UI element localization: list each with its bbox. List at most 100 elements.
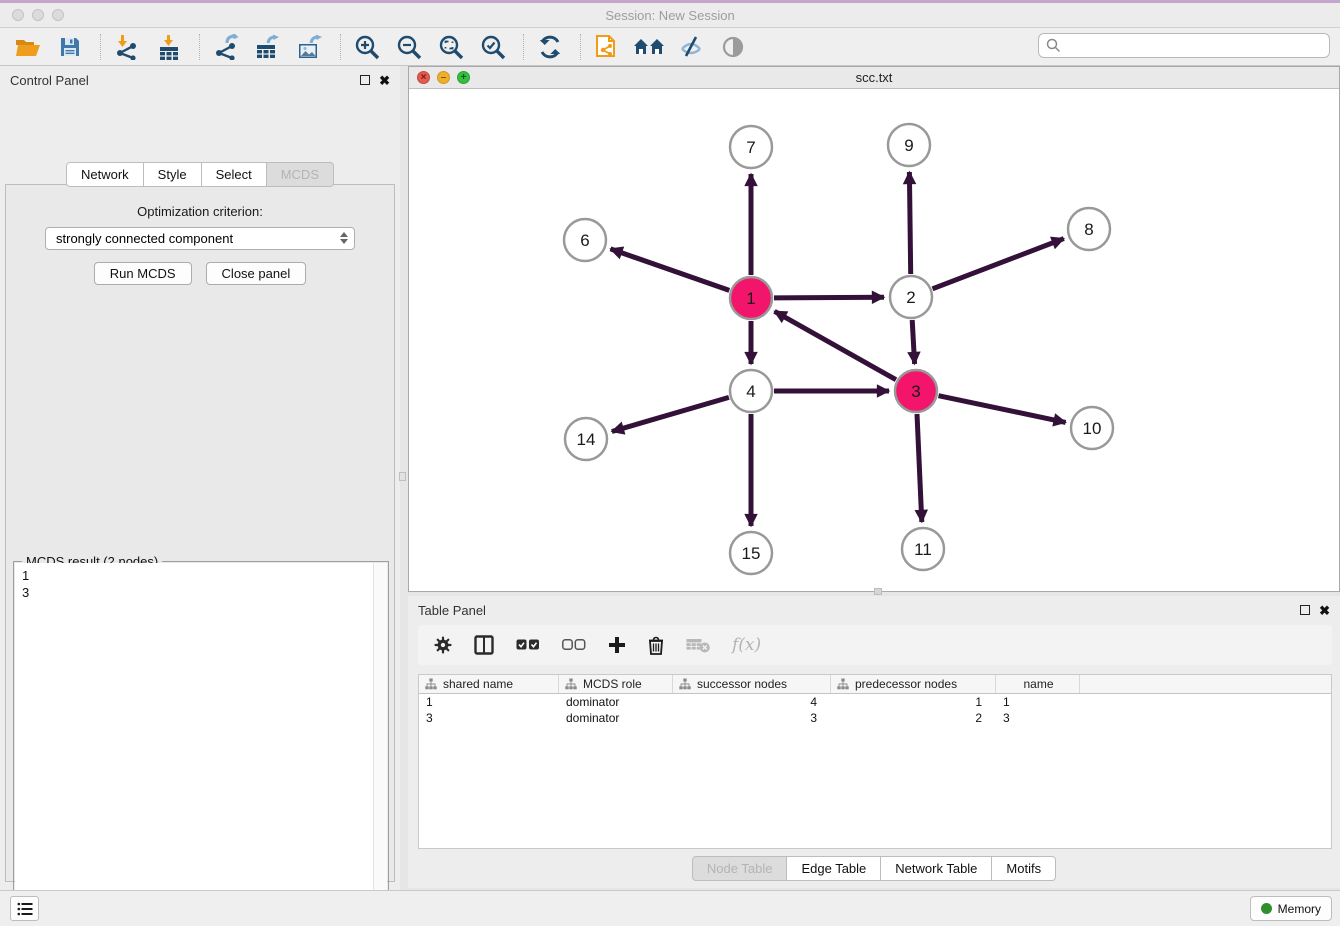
delete-table-icon[interactable] (686, 637, 710, 653)
table-cell[interactable]: 3 (673, 711, 831, 725)
table-cell[interactable]: dominator (559, 711, 673, 725)
tab-motifs[interactable]: Motifs (992, 856, 1056, 881)
graph-edge-3-11[interactable] (917, 414, 922, 522)
close-panel-button[interactable]: Close panel (206, 262, 307, 285)
graph-edge-1-2[interactable] (774, 297, 884, 298)
graph-node-14[interactable]: 14 (565, 418, 607, 460)
task-history-button[interactable] (10, 896, 39, 921)
table-cell[interactable]: 3 (419, 711, 559, 725)
graph-node-9[interactable]: 9 (888, 124, 930, 166)
column-header-predecessor-nodes[interactable]: predecessor nodes (831, 675, 996, 693)
save-session-icon[interactable] (54, 32, 86, 62)
graph-node-8[interactable]: 8 (1068, 208, 1110, 250)
network-window-titlebar[interactable]: × – + scc.txt (409, 67, 1339, 89)
network-canvas[interactable]: 7 9 6 8 1 2 4 3 14 10 15 11 (409, 89, 1339, 591)
tab-edge-table[interactable]: Edge Table (787, 856, 881, 881)
graph-edge-2-8[interactable] (933, 239, 1064, 289)
unselect-all-columns-icon[interactable] (562, 639, 586, 651)
criterion-dropdown[interactable]: strongly connected component (45, 227, 355, 250)
delete-column-icon[interactable] (648, 636, 664, 655)
select-all-columns-icon[interactable] (516, 639, 540, 651)
table-row[interactable]: 3dominator323 (419, 710, 1331, 726)
table-cell[interactable]: 2 (831, 711, 996, 725)
column-hierarchy-icon (425, 678, 437, 690)
function-builder-icon[interactable]: f(x) (732, 635, 761, 655)
column-header-name[interactable]: name (996, 675, 1080, 693)
home-icon[interactable] (633, 32, 665, 62)
tab-network[interactable]: Network (66, 162, 144, 187)
svg-text:3: 3 (911, 382, 920, 401)
search-input[interactable] (1066, 38, 1329, 53)
run-mcds-button[interactable]: Run MCDS (94, 262, 192, 285)
table-cell[interactable]: 1 (831, 695, 996, 709)
export-table-icon[interactable] (252, 32, 284, 62)
zoom-out-icon[interactable] (393, 32, 425, 62)
close-table-panel-icon[interactable]: ✖ (1319, 604, 1330, 617)
apply-preferred-layout-icon[interactable] (534, 32, 566, 62)
graph-edge-1-6[interactable] (611, 249, 730, 291)
memory-button[interactable]: Memory (1250, 896, 1332, 921)
mcds-result-item: 3 (22, 584, 373, 601)
table-cell[interactable]: 4 (673, 695, 831, 709)
graph-edge-4-14[interactable] (612, 397, 729, 431)
graph-node-3[interactable]: 3 (895, 370, 937, 412)
node-table[interactable]: shared name MCDS rolesuccessor nodesprede… (418, 674, 1332, 849)
table-cell[interactable]: 1 (996, 695, 1080, 709)
float-panel-icon[interactable] (360, 75, 370, 85)
table-options-icon[interactable] (434, 636, 452, 654)
add-column-icon[interactable] (608, 636, 626, 654)
column-header-successor-nodes[interactable]: successor nodes (673, 675, 831, 693)
panel-splitter-handle[interactable] (399, 472, 406, 481)
tab-select[interactable]: Select (202, 162, 267, 187)
float-table-panel-icon[interactable] (1300, 605, 1310, 615)
tab-network-table[interactable]: Network Table (881, 856, 992, 881)
network-from-file-icon[interactable] (591, 32, 623, 62)
export-network-icon[interactable] (210, 32, 242, 62)
export-image-icon[interactable] (294, 32, 326, 62)
open-session-icon[interactable] (12, 32, 44, 62)
graph-node-11[interactable]: 11 (902, 528, 944, 570)
network-splitter-handle[interactable] (874, 588, 882, 595)
result-scrollbar[interactable] (373, 563, 387, 926)
table-cell[interactable]: 1 (419, 695, 559, 709)
graph-node-1[interactable]: 1 (730, 277, 772, 319)
column-header-MCDS-role[interactable]: MCDS role (559, 675, 673, 693)
svg-text:7: 7 (746, 138, 755, 157)
import-table-icon[interactable] (153, 32, 185, 62)
tab-node-table[interactable]: Node Table (692, 856, 788, 881)
table-row[interactable]: 1dominator411 (419, 694, 1331, 710)
graph-edge-2-9[interactable] (909, 172, 910, 274)
column-header-label: shared name (443, 677, 513, 691)
graph-node-7[interactable]: 7 (730, 126, 772, 168)
table-panel: Table Panel ✖ f(x) shared nameMCDS rol (408, 596, 1340, 888)
graph-edge-3-10[interactable] (939, 396, 1066, 423)
import-network-icon[interactable] (111, 32, 143, 62)
graph-node-2[interactable]: 2 (890, 276, 932, 318)
zoom-fit-icon[interactable] (435, 32, 467, 62)
table-header-row: shared name MCDS rolesuccessor nodesprede… (419, 675, 1331, 694)
graph-edge-3-1[interactable] (775, 311, 897, 379)
criterion-value: strongly connected component (56, 231, 233, 246)
table-cell[interactable]: dominator (559, 695, 673, 709)
mcds-result-list: 13 (15, 563, 373, 926)
graph-node-6[interactable]: 6 (564, 219, 606, 261)
close-panel-icon[interactable]: ✖ (379, 74, 390, 87)
search-box[interactable] (1038, 33, 1330, 58)
toolbar-separator (199, 34, 200, 60)
graph-node-10[interactable]: 10 (1071, 407, 1113, 449)
zoom-selected-icon[interactable] (477, 32, 509, 62)
table-cell[interactable]: 3 (996, 711, 1080, 725)
graph-node-4[interactable]: 4 (730, 370, 772, 412)
tab-mcds[interactable]: MCDS (267, 162, 334, 187)
column-header-shared-name[interactable]: shared name (419, 675, 559, 693)
show-panels-icon[interactable] (717, 32, 749, 62)
hide-panels-icon[interactable] (675, 32, 707, 62)
control-panel-tabs: NetworkStyleSelectMCDS (0, 162, 400, 187)
graph-node-15[interactable]: 15 (730, 532, 772, 574)
tab-style[interactable]: Style (144, 162, 202, 187)
column-hierarchy-icon (837, 678, 849, 690)
show-columns-icon[interactable] (474, 635, 494, 655)
zoom-in-icon[interactable] (351, 32, 383, 62)
graph-edge-2-3[interactable] (912, 320, 914, 364)
toolbar-separator (580, 34, 581, 60)
